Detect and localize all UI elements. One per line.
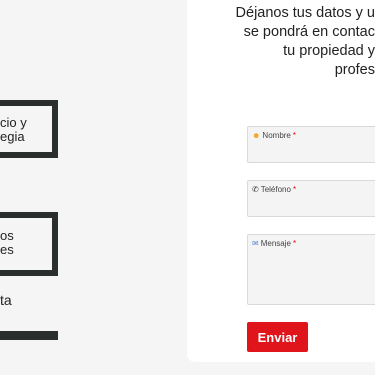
service-card-1-label: cio y egia xyxy=(0,116,27,144)
service-card-2[interactable]: os es xyxy=(0,212,58,276)
name-field-label: ☻ Nombre * xyxy=(252,131,296,140)
intro-line-1: Déjanos tus datos y u xyxy=(235,5,375,21)
service-item-3-label[interactable]: ta xyxy=(0,292,12,308)
name-field[interactable]: ☻ Nombre * xyxy=(247,126,375,163)
service-card-1[interactable]: cio y egia xyxy=(0,100,58,158)
intro-line-2: se pondrá en contac xyxy=(243,24,375,40)
smile-icon: ☻ xyxy=(252,130,261,140)
phone-label-text: Teléfono xyxy=(260,185,291,194)
message-field-label: ✉ Mensaje * xyxy=(252,239,296,248)
required-mark: * xyxy=(292,239,297,248)
service-card-4-edge xyxy=(0,331,58,340)
service-card-2-line-2: es xyxy=(0,242,14,257)
envelope-icon: ✉ xyxy=(252,238,259,248)
name-label-text: Nombre xyxy=(262,131,291,140)
phone-field[interactable]: ✆ Teléfono * xyxy=(247,180,375,217)
required-mark: * xyxy=(292,185,297,194)
service-card-1-line-2: egia xyxy=(0,129,25,144)
message-field[interactable]: ✉ Mensaje * xyxy=(247,234,375,305)
service-card-2-line-1: os xyxy=(0,228,14,243)
required-mark: * xyxy=(292,131,296,140)
intro-line-3: tu propiedad y xyxy=(283,43,375,59)
submit-button[interactable]: Enviar xyxy=(247,322,308,352)
service-card-2-label: os es xyxy=(0,229,14,257)
left-column: cio y egia os es ta xyxy=(0,0,187,375)
form-intro-text: Déjanos tus datos y u se pondrá en conta… xyxy=(230,4,375,80)
intro-line-4: profes xyxy=(334,62,375,78)
message-label-text: Mensaje xyxy=(260,239,291,248)
phone-icon: ✆ xyxy=(252,184,259,194)
phone-field-label: ✆ Teléfono * xyxy=(252,185,296,194)
service-card-1-line-1: cio y xyxy=(0,115,27,130)
